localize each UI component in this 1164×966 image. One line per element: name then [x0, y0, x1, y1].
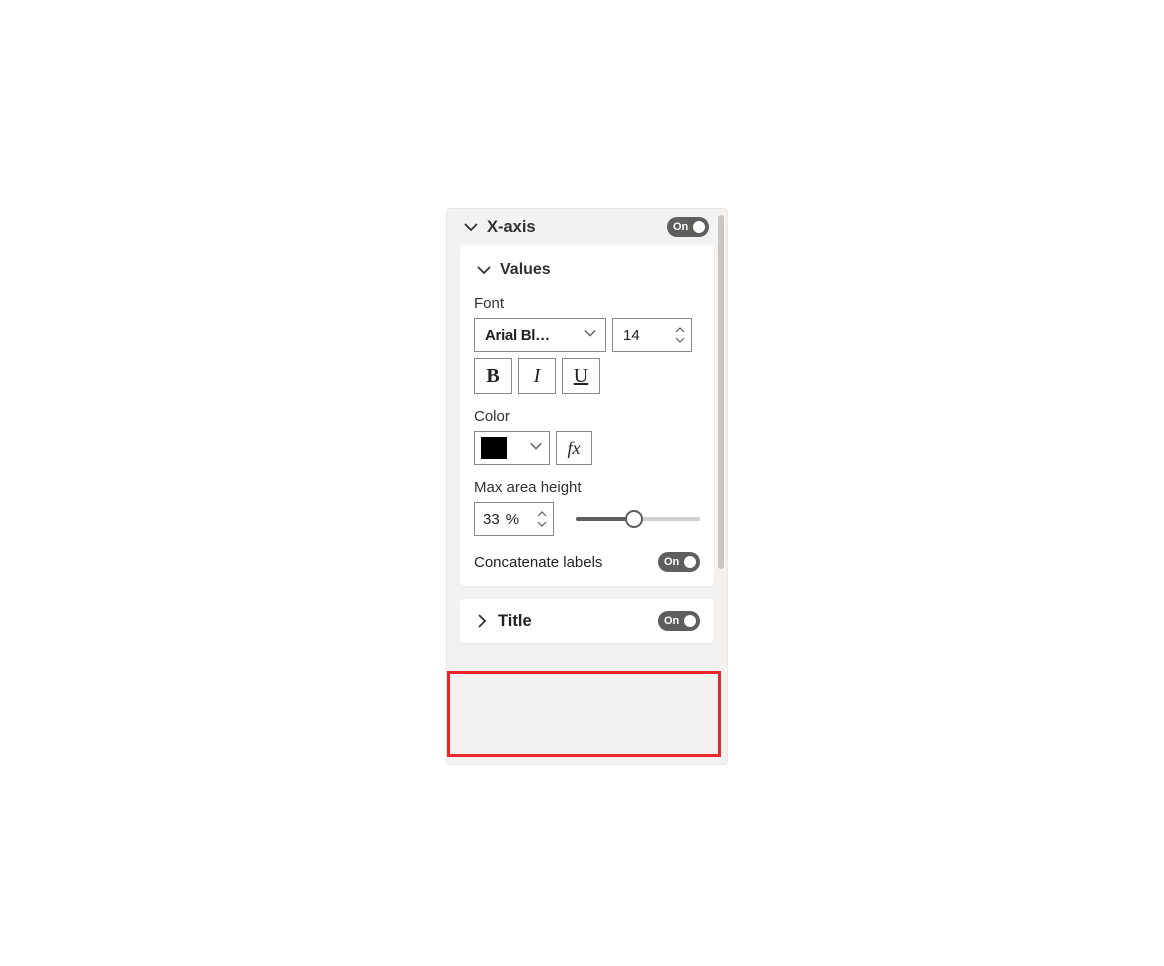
toggle-knob — [693, 221, 705, 233]
color-swatch — [481, 437, 507, 459]
toggle-on-label: On — [673, 221, 688, 233]
stepper-buttons — [675, 326, 685, 344]
font-label: Font — [474, 295, 700, 312]
max-area-height-slider[interactable] — [576, 502, 700, 536]
panel-scrollbar[interactable] — [718, 215, 724, 569]
percent-unit: % — [506, 511, 537, 528]
color-label: Color — [474, 408, 700, 425]
chevron-down-icon — [583, 326, 597, 344]
color-picker[interactable] — [474, 431, 550, 465]
toggle-knob — [684, 615, 696, 627]
title-section-header[interactable]: Title On — [460, 599, 714, 643]
max-area-height-label: Max area height — [474, 479, 700, 496]
values-card: Values Font Arial Bl… 14 — [460, 245, 714, 586]
underline-button[interactable]: U — [562, 358, 600, 394]
max-area-height-stepper[interactable]: 33 % — [474, 502, 554, 536]
chevron-right-icon — [474, 613, 490, 629]
slider-thumb[interactable] — [625, 510, 643, 528]
toggle-knob — [684, 556, 696, 568]
toggle-on-label: On — [664, 556, 679, 568]
font-size-stepper[interactable]: 14 — [612, 318, 692, 352]
chevron-down-icon — [463, 219, 479, 235]
italic-button[interactable]: I — [518, 358, 556, 394]
max-area-value: 33 — [483, 511, 500, 528]
chevron-down-icon — [529, 439, 543, 458]
font-family-dropdown[interactable]: Arial Bl… — [474, 318, 606, 352]
chevron-down-icon[interactable] — [675, 336, 685, 344]
title-toggle[interactable]: On — [658, 611, 700, 631]
bold-button[interactable]: B — [474, 358, 512, 394]
concatenate-labels-label: Concatenate labels — [474, 554, 602, 571]
values-label: Values — [500, 261, 551, 279]
x-axis-section-header[interactable]: X-axis On — [447, 209, 727, 245]
font-size-value: 14 — [623, 327, 675, 344]
fx-button[interactable]: fx — [556, 431, 592, 465]
x-axis-toggle[interactable]: On — [667, 217, 709, 237]
title-label: Title — [498, 612, 532, 631]
font-family-value: Arial Bl… — [485, 327, 579, 344]
format-panel: X-axis On Values Font Arial Bl… — [446, 208, 728, 765]
values-section-header[interactable]: Values — [474, 255, 700, 289]
toggle-on-label: On — [664, 615, 679, 627]
fx-label: fx — [568, 438, 581, 459]
x-axis-label: X-axis — [487, 218, 536, 237]
chevron-up-icon[interactable] — [675, 326, 685, 334]
chevron-up-icon[interactable] — [537, 510, 547, 518]
chevron-down-icon[interactable] — [537, 520, 547, 528]
concatenate-labels-toggle[interactable]: On — [658, 552, 700, 572]
concatenate-labels-row: Concatenate labels On — [474, 552, 700, 572]
chevron-down-icon — [476, 262, 492, 278]
stepper-buttons — [537, 510, 547, 528]
